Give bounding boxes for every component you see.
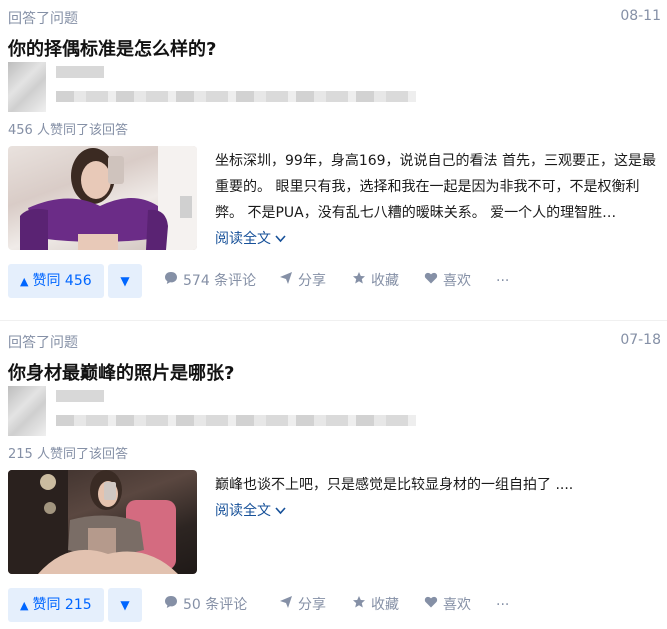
question-title[interactable]: 你身材最巅峰的照片是哪张? (8, 359, 234, 385)
more-button[interactable]: ··· (496, 588, 509, 622)
more-icon: ··· (496, 273, 510, 289)
avatar[interactable] (8, 62, 46, 112)
vote-up-icon: ▲ (20, 275, 29, 288)
excerpt-text: 巅峰也谈不上吧，只是感觉是比较显身材的一组自拍了 .... (215, 477, 574, 493)
action-bar: ▲ 赞同 215 ▼ 50 条评论 分享 收藏 喜欢 ··· (8, 588, 658, 624)
author-name-blurred (56, 66, 104, 78)
read-more-link[interactable]: 阅读全文 (215, 231, 287, 247)
vote-up-button[interactable]: ▲ 赞同 456 (8, 264, 104, 298)
read-more-label: 阅读全文 (215, 503, 271, 519)
chevron-down-icon (275, 507, 287, 515)
author-info[interactable] (8, 386, 428, 438)
chevron-down-icon (275, 235, 287, 243)
vote-up-button[interactable]: ▲ 赞同 215 (8, 588, 104, 622)
share-icon (278, 589, 294, 623)
share-button[interactable]: 分享 (278, 588, 326, 622)
comment-icon (163, 589, 179, 623)
vote-count-text: 215 人赞同了该回答 (8, 447, 128, 462)
heart-icon (423, 265, 439, 299)
vote-down-button[interactable]: ▼ (108, 588, 142, 622)
like-label: 喜欢 (443, 597, 471, 613)
vote-down-icon: ▼ (120, 274, 130, 288)
card-divider (0, 320, 667, 321)
answer-date: 08-11 (620, 8, 661, 24)
like-label: 喜欢 (443, 273, 471, 289)
more-button[interactable]: ··· (496, 264, 509, 298)
comment-icon (163, 265, 179, 299)
answer-thumbnail[interactable] (8, 146, 197, 250)
answer-excerpt[interactable]: 坐标深圳，99年，身高169，说说自己的看法 首先，三观要正，这是最重要的。 眼… (215, 148, 661, 252)
answer-date: 07-18 (620, 332, 661, 348)
favorite-label: 收藏 (371, 273, 399, 289)
comment-button[interactable]: 50 条评论 (163, 588, 247, 622)
author-bio-blurred (56, 415, 416, 426)
activity-meta: 回答了问题 (8, 335, 78, 351)
comment-button[interactable]: 574 条评论 (163, 264, 256, 298)
comment-count: 50 条评论 (183, 597, 248, 613)
favorite-label: 收藏 (371, 597, 399, 613)
star-icon (351, 265, 367, 299)
share-label: 分享 (298, 597, 326, 613)
answer-thumbnail[interactable] (8, 470, 197, 574)
avatar[interactable] (8, 386, 46, 436)
author-info[interactable] (8, 62, 428, 114)
read-more-link[interactable]: 阅读全文 (215, 503, 287, 519)
action-bar: ▲ 赞同 456 ▼ 574 条评论 分享 收藏 喜欢 ··· (8, 264, 658, 300)
read-more-label: 阅读全文 (215, 231, 271, 247)
thumbnail-image (8, 470, 178, 574)
like-button[interactable]: 喜欢 (423, 264, 471, 298)
share-icon (278, 265, 294, 299)
vote-up-label: 赞同 215 (32, 597, 92, 613)
share-button[interactable]: 分享 (278, 264, 326, 298)
share-label: 分享 (298, 273, 326, 289)
vote-up-icon: ▲ (20, 599, 29, 612)
activity-meta: 回答了问题 (8, 11, 78, 27)
vote-down-button[interactable]: ▼ (108, 264, 142, 298)
like-button[interactable]: 喜欢 (423, 588, 471, 622)
favorite-button[interactable]: 收藏 (351, 264, 399, 298)
heart-icon (423, 589, 439, 623)
author-name-blurred (56, 390, 104, 402)
vote-down-icon: ▼ (120, 598, 130, 612)
favorite-button[interactable]: 收藏 (351, 588, 399, 622)
answer-excerpt[interactable]: 巅峰也谈不上吧，只是感觉是比较显身材的一组自拍了 .... 阅读全文 (215, 472, 661, 524)
author-bio-blurred (56, 91, 416, 102)
comment-count: 574 条评论 (183, 273, 257, 289)
star-icon (351, 589, 367, 623)
thumbnail-image (20, 146, 197, 250)
vote-count-text: 456 人赞同了该回答 (8, 123, 128, 138)
vote-up-label: 赞同 456 (32, 273, 92, 289)
question-title[interactable]: 你的择偶标准是怎么样的? (8, 35, 216, 61)
more-icon: ··· (496, 597, 510, 613)
excerpt-text: 坐标深圳，99年，身高169，说说自己的看法 首先，三观要正，这是最重要的。 眼… (215, 153, 656, 221)
